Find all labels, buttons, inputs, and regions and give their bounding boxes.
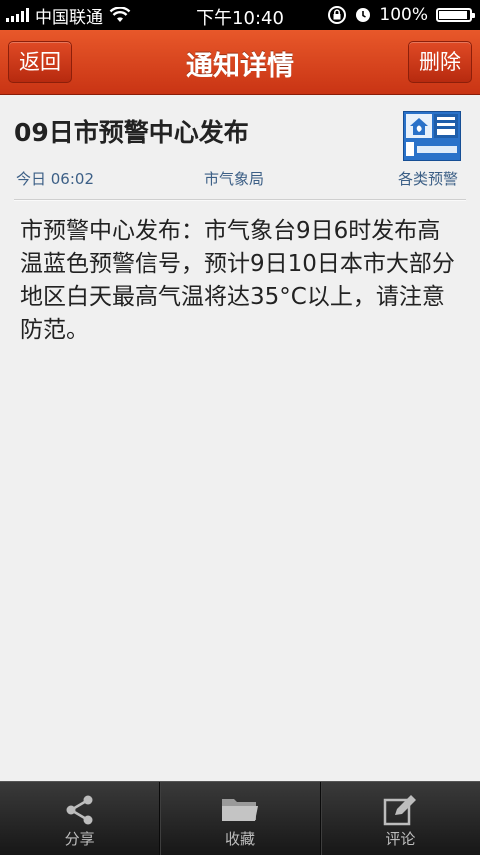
- folder-icon: [221, 799, 258, 821]
- status-right: 100%: [327, 0, 475, 30]
- nav-bar: 返回 通知详情 删除: [0, 30, 480, 95]
- edit-icon: [384, 795, 417, 826]
- notice-content: 09日市预警中心发布 今日 06:02 市气象局 各类预警 市预警中心发布：市气…: [0, 95, 480, 781]
- comment-tab-label: 评论: [385, 830, 416, 848]
- status-bar: 中国联通 下午10:40 100%: [0, 0, 480, 30]
- share-tab-label: 分享: [64, 830, 95, 848]
- notice-category[interactable]: 各类预警: [398, 168, 458, 189]
- orientation-lock-icon: [328, 6, 347, 24]
- notice-body: 市预警中心发布：市气象台9日6时发布高温蓝色预警信号，预计9日10日本市大部分地…: [20, 218, 455, 343]
- notice-source: 市气象局: [204, 170, 265, 188]
- share-icon: [66, 795, 93, 825]
- heat-wave-blue-warning-icon: [403, 111, 461, 161]
- delete-button[interactable]: 删除: [408, 41, 472, 83]
- notice-title: 09日市预警中心发布: [14, 118, 249, 147]
- alarm-icon: [356, 8, 371, 22]
- favorite-tab-label: 收藏: [224, 830, 255, 848]
- comment-tab[interactable]: 评论: [319, 782, 480, 855]
- share-tab[interactable]: 分享: [0, 782, 159, 855]
- favorite-tab[interactable]: 收藏: [159, 782, 319, 855]
- battery-percent: 100%: [379, 5, 428, 25]
- tab-bar: 分享 收藏 评论: [0, 781, 480, 855]
- notice-date: 今日 06:02: [16, 170, 94, 188]
- divider: [14, 199, 466, 201]
- battery-icon: [436, 8, 475, 22]
